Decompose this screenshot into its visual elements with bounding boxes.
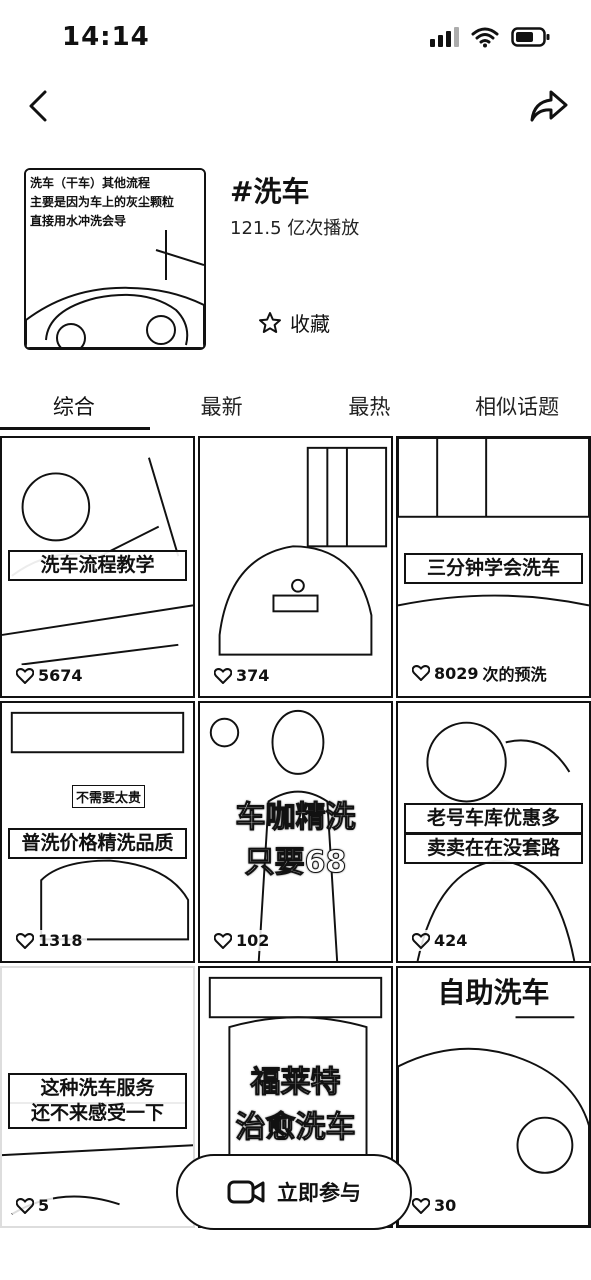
tab-latest[interactable]: 最新 [148,378,296,434]
like-count-value: 5674 [38,666,83,685]
video-caption-line2: 治愈洗车 [235,1110,356,1146]
video-caption: 自助洗车 [437,976,550,1009]
video-caption-line2: 卖卖在在没套路 [404,833,583,864]
status-time: 14:14 [62,22,150,52]
heart-icon [214,667,232,684]
chevron-left-icon [29,90,47,122]
tab-hottest[interactable]: 最热 [296,378,444,434]
video-caption-line2: 还不来感受一下 [8,1100,187,1129]
favorite-button[interactable]: 收藏 [258,308,330,337]
like-count-value: 8029 [434,663,479,683]
video-card[interactable]: 自助洗车 30 [396,966,591,1228]
video-caption: 福莱特 [250,1065,341,1101]
video-card[interactable]: 374 [198,436,393,698]
cover-text-line: 主要是因为车上的灰尘颗粒 [30,195,175,210]
topic-header: 洗车（干车）其他流程 主要是因为车上的灰尘颗粒 直接用水冲洗会导 #洗车 121… [0,160,591,360]
like-count-value: 102 [236,931,270,950]
video-caption: 普洗价格精洗品质 [8,828,187,859]
like-count-value: 30 [434,1196,457,1215]
join-button-label: 立即参与 [277,1181,361,1205]
video-camera-icon [227,1180,265,1204]
video-card[interactable]: 三分钟学会洗车 8029 次的预洗 [396,436,591,698]
video-card[interactable]: 洗车流程教学 5674 [0,436,195,698]
status-bar: 14:14 [0,0,591,80]
share-arrow-icon [530,90,568,122]
like-count: 374 [210,665,274,686]
video-thumbnail [218,446,388,656]
battery-icon [511,26,551,48]
video-caption-line2: 只要68 [244,845,347,881]
video-card[interactable]: 老号车库优惠多 卖卖在在没套路 424 [396,701,591,963]
signal-icon [430,27,459,47]
heart-icon [412,665,430,681]
heart-icon [412,932,430,949]
heart-icon [16,667,34,684]
video-caption: 三分钟学会洗车 [404,553,583,584]
like-count: 424 [408,930,472,951]
like-count-value: 424 [434,931,468,950]
like-count: 5 [12,1195,54,1216]
like-count-value: 374 [236,666,270,685]
video-card[interactable]: 不需要太贵 普洗价格精洗品质 1318 [0,701,195,963]
video-caption: 洗车流程教学 [8,550,187,581]
like-count: 1318 [12,930,87,951]
topic-title: #洗车 [230,175,310,208]
tab-similar-topics[interactable]: 相似话题 [443,378,591,434]
favorite-label: 收藏 [290,312,330,336]
heart-icon [214,932,232,949]
back-button[interactable] [18,84,58,128]
share-button[interactable] [525,84,573,128]
tab-comprehensive[interactable]: 综合 [0,378,150,434]
heart-icon [412,1197,430,1214]
like-count: 8029 次的预洗 [408,660,551,686]
cover-text-line: 直接用水冲洗会导 [30,214,127,229]
video-subtext: 不需要太贵 [72,785,146,808]
video-subtext: 次的预洗 [482,665,547,684]
join-topic-button[interactable]: 立即参与 [176,1154,412,1230]
heart-icon [16,1197,34,1214]
tab-bar: 综合 最新 最热 相似话题 [0,378,591,434]
nav-bar [0,80,591,136]
like-count: 102 [210,930,274,951]
wifi-icon [471,26,499,48]
star-icon [259,311,281,333]
like-count-value: 5 [38,1196,50,1215]
video-card[interactable]: 这种洗车服务 还不来感受一下 5 [0,966,195,1228]
topic-play-count: 121.5 亿次播放 [230,218,360,239]
topic-cover-image[interactable]: 洗车（干车）其他流程 主要是因为车上的灰尘颗粒 直接用水冲洗会导 [24,168,206,350]
video-caption: 老号车库优惠多 [404,803,583,834]
video-card[interactable]: 车咖精洗 只要68 102 [198,701,393,963]
like-count: 5674 [12,665,87,686]
like-count-value: 1318 [38,931,83,950]
video-caption: 车咖精洗 [235,800,356,836]
status-icons [430,26,551,48]
like-count: 30 [408,1195,461,1216]
cover-text-line: 洗车（干车）其他流程 [30,176,151,190]
heart-icon [16,932,34,949]
